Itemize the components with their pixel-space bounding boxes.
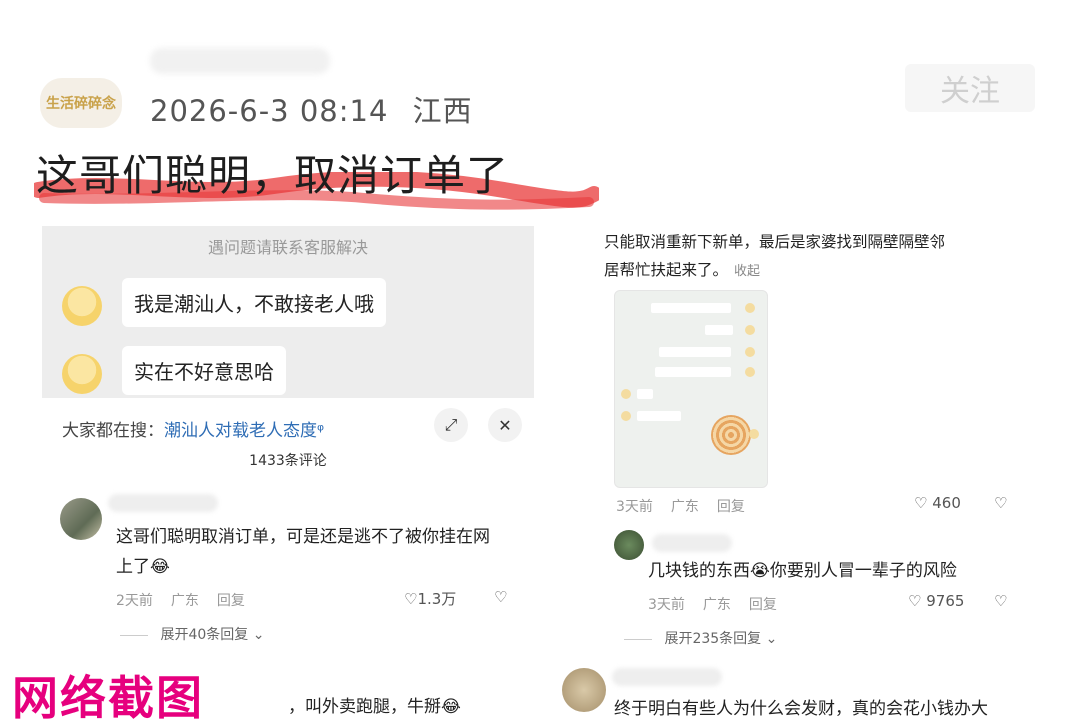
expand-replies-label: 展开235条回复 bbox=[664, 631, 762, 647]
driver-avatar bbox=[62, 354, 102, 394]
expand-replies-button[interactable]: 展开40条回复 ⌄ bbox=[120, 624, 264, 644]
follow-button[interactable]: 关注 bbox=[905, 64, 1035, 112]
comment-line: 上了😂 bbox=[116, 557, 170, 577]
chat-tip: 遇问题请联系客服解决 bbox=[207, 238, 368, 257]
collapse-link[interactable]: 收起 bbox=[734, 264, 760, 279]
comment-meta: 2天前 广东 回复 bbox=[116, 590, 263, 610]
heart-icon: ♡ bbox=[914, 494, 928, 512]
commenter-name-blurred bbox=[652, 534, 732, 552]
left-chat-panel: 遇问题请联系客服解决 我是潮汕人，不敢接老人哦 实在不好意思哈 bbox=[42, 226, 534, 398]
comment-time: 3天前 bbox=[648, 597, 685, 613]
like-count: 460 bbox=[932, 494, 961, 512]
thumb-sticker bbox=[711, 415, 751, 455]
commenter-name-blurred bbox=[612, 668, 722, 686]
search-icon: ᵠ bbox=[317, 421, 325, 441]
comment-location: 广东 bbox=[702, 597, 731, 613]
search-prefix: 大家都在搜： bbox=[62, 421, 164, 441]
comment-count: 1433条评论 bbox=[249, 453, 327, 469]
comment-line: 只能取消重新下新单，最后是家婆找到隔壁隔壁邻 bbox=[604, 233, 946, 251]
thumb-line bbox=[655, 367, 731, 377]
post-time: 2026-6-3 08:14 bbox=[150, 94, 389, 128]
commenter-name-blurred bbox=[108, 494, 218, 512]
like-button[interactable]: ♡ 460 bbox=[914, 494, 961, 512]
comment-meta: 3天前 广东 回复 bbox=[648, 594, 795, 614]
dislike-icon[interactable]: ♡ bbox=[994, 494, 1007, 512]
thumb-line bbox=[651, 303, 731, 313]
comment-line: 这哥们聪明取消订单，可是还是逃不了被你挂在网 bbox=[116, 527, 490, 547]
like-button[interactable]: ♡1.3万 bbox=[404, 588, 456, 609]
post-location: 江西 bbox=[412, 94, 473, 128]
expand-replies-button[interactable]: 展开235条回复 ⌄ bbox=[624, 628, 777, 648]
watermark: 网络截图 bbox=[0, 660, 282, 725]
comment-time: 2天前 bbox=[116, 593, 153, 609]
thumb-line bbox=[705, 325, 733, 335]
comment-text-partial: ，叫外卖跑腿，牛掰😂 bbox=[288, 697, 461, 717]
thumb-line bbox=[637, 411, 681, 421]
comment-meta: 3天前 广东 回复 bbox=[616, 496, 763, 516]
commenter-avatar[interactable] bbox=[60, 498, 102, 540]
heart-icon: ♡ bbox=[404, 590, 418, 608]
account-name-blurred bbox=[150, 48, 330, 74]
expand-icon[interactable]: ⤢ bbox=[434, 408, 468, 442]
expand-replies-label: 展开40条回复 bbox=[160, 627, 249, 643]
thumb-avatar bbox=[621, 411, 631, 421]
like-button[interactable]: ♡ 9765 bbox=[908, 592, 964, 610]
comment-text: 这哥们聪明取消订单，可是还是逃不了被你挂在网 上了😂 bbox=[116, 522, 490, 582]
close-icon[interactable]: ✕ bbox=[488, 408, 522, 442]
comment-location: 广东 bbox=[170, 593, 199, 609]
account-logo-text: 生活碎碎念 bbox=[46, 96, 116, 112]
dislike-icon[interactable]: ♡ bbox=[994, 592, 1007, 610]
comment-image-thumbnail[interactable] bbox=[614, 290, 768, 488]
search-suggestion[interactable]: 大家都在搜：潮汕人对载老人态度ᵠ bbox=[62, 416, 324, 441]
like-count: 1.3万 bbox=[417, 590, 457, 608]
thumb-line bbox=[637, 389, 653, 399]
commenter-avatar[interactable] bbox=[614, 530, 644, 560]
chat-bubble: 实在不好意思哈 bbox=[122, 346, 286, 395]
watermark-text: 网络截图 bbox=[12, 671, 204, 725]
comment-text-partial: 终于明白有些人为什么会发财，真的会花小钱办大 bbox=[614, 699, 988, 719]
post-title: 这哥们聪明，取消订单了 bbox=[36, 151, 510, 200]
comment-location: 广东 bbox=[670, 499, 699, 515]
commenter-avatar[interactable] bbox=[562, 668, 606, 712]
reply-button[interactable]: 回复 bbox=[217, 593, 245, 609]
comment-line: 居帮忙扶起来了。 bbox=[604, 261, 729, 279]
thumb-line bbox=[659, 347, 731, 357]
thumb-avatar bbox=[621, 389, 631, 399]
thumb-avatar bbox=[745, 303, 755, 313]
thumb-avatar bbox=[745, 347, 755, 357]
reply-button[interactable]: 回复 bbox=[749, 597, 777, 613]
thumb-avatar bbox=[745, 325, 755, 335]
chat-bubble: 我是潮汕人，不敢接老人哦 bbox=[122, 278, 386, 327]
dislike-icon[interactable]: ♡ bbox=[494, 588, 507, 606]
post-title-block: 这哥们聪明，取消订单了 bbox=[34, 142, 599, 210]
post-meta: 2026-6-3 08:14 江西 bbox=[150, 88, 473, 130]
thumb-avatar bbox=[749, 429, 759, 439]
search-keyword[interactable]: 潮汕人对载老人态度 bbox=[164, 421, 317, 441]
comment-text: 几块钱的东西😭你要别人冒一辈子的风险 bbox=[648, 561, 957, 581]
driver-avatar bbox=[62, 286, 102, 326]
comment-time: 3天前 bbox=[616, 499, 653, 515]
account-avatar[interactable]: 生活碎碎念 bbox=[40, 78, 122, 128]
right-comment-text: 只能取消重新下新单，最后是家婆找到隔壁隔壁邻 居帮忙扶起来了。 收起 bbox=[604, 228, 1024, 286]
like-count: 9765 bbox=[926, 592, 965, 610]
thumb-avatar bbox=[745, 367, 755, 377]
heart-icon: ♡ bbox=[908, 592, 922, 610]
reply-button[interactable]: 回复 bbox=[717, 499, 745, 515]
